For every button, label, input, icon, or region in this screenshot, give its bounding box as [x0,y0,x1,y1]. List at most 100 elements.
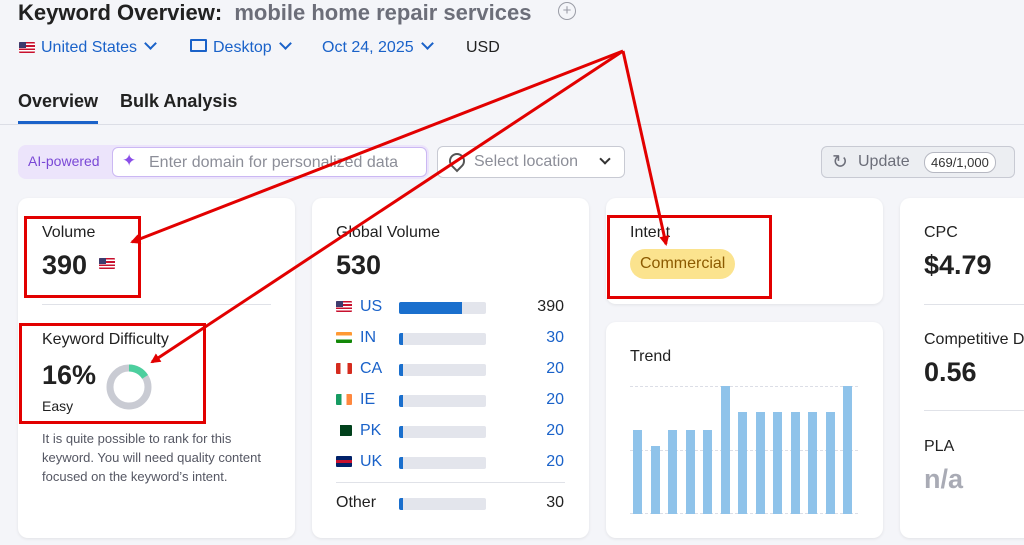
divider [924,304,1024,305]
annotation-box-kd [19,323,206,424]
page-title-prefix: Keyword Overview: [18,0,223,25]
country-row-us[interactable]: US 390 [312,297,572,317]
trend-bar[interactable] [773,411,783,514]
country-row-ca[interactable]: CA 20 [312,359,572,379]
country-list: US 390 IN 30 CA 20 IE 20 PK 20 UK 20 Oth… [312,198,589,538]
country-volume[interactable]: 30 [546,329,564,347]
tab-bulk-analysis[interactable]: Bulk Analysis [120,91,237,112]
annotation-box-volume [24,216,141,298]
desktop-icon [190,39,207,53]
pla-label: PLA [924,438,955,455]
chevron-down-icon [420,37,434,50]
us-flag-icon [336,301,352,312]
trend-bar[interactable] [808,411,818,514]
country-volume[interactable]: 20 [546,391,564,409]
sparkle-icon: ✦ [122,151,137,170]
country-volume[interactable]: 20 [546,360,564,378]
country-row-in[interactable]: IN 30 [312,328,572,348]
ireland-flag-icon [336,394,352,405]
add-keyword-icon[interactable]: + [558,2,576,20]
device-selector[interactable]: Desktop [190,37,292,57]
trend-bar[interactable] [755,411,765,514]
us-flag-icon [19,42,35,54]
trend-bar[interactable] [843,386,853,514]
country-label: United States [41,39,138,56]
ai-powered-badge: AI-powered [28,153,100,169]
pla-value: n/a [924,464,964,494]
date-selector[interactable]: Oct 24, 2025 [322,37,434,57]
date-label: Oct 24, 2025 [322,39,414,56]
trend-chart [630,386,858,514]
domain-input-wrap: ✦ Enter domain for personalized data [112,147,427,177]
refresh-icon: ↻ [832,152,848,173]
trend-bar[interactable] [825,411,835,514]
divider [42,304,271,305]
trend-card: Trend [606,322,883,538]
location-placeholder: Select location [474,153,579,170]
uk-flag-icon [336,456,352,467]
competitive-density-label: Competitive D [924,331,1024,348]
pakistan-flag-icon [336,425,352,436]
country-volume: 390 [537,298,564,315]
country-row-other: Other 30 [312,493,572,513]
update-count-badge: 469/1,000 [924,152,996,173]
country-volume[interactable]: 20 [546,453,564,471]
kd-description: It is quite possible to rank for this ke… [42,431,261,484]
country-selector[interactable]: United States [19,37,157,57]
country-code: IE [360,391,376,408]
volume-bar [399,302,486,314]
page-title: Keyword Overview: mobile home repair ser… [18,0,531,26]
volume-bar [399,364,486,376]
country-row-uk[interactable]: UK 20 [312,452,572,472]
tab-bulk-analysis-label: Bulk Analysis [120,91,238,111]
volume-bar [399,333,486,345]
location-select[interactable]: Select location [437,146,625,178]
keyword-text: mobile home repair services [234,0,532,25]
competitive-density-value: 0.56 [924,357,977,387]
chevron-down-icon [599,153,611,165]
chevron-down-icon [278,37,292,50]
update-label: Update [858,153,910,170]
currency-label: USD [466,39,500,56]
trend-bar[interactable] [668,429,678,514]
divider [336,482,565,483]
volume-bar [399,395,486,407]
india-flag-icon [336,332,352,343]
tab-overview[interactable]: Overview [18,91,99,124]
other-label: Other [336,494,377,511]
device-label: Desktop [213,39,272,56]
country-code: UK [360,453,383,470]
tab-overview-label: Overview [18,91,99,111]
trend-bar[interactable] [685,429,695,514]
trend-bar[interactable] [650,446,660,514]
country-code: CA [360,360,383,377]
trend-bar[interactable] [720,386,730,514]
chevron-down-icon [144,37,157,50]
trend-bar[interactable] [790,411,800,514]
trend-bars [630,386,858,514]
volume-bar [399,498,486,510]
cpc-card: CPC $4.79 Competitive D 0.56 PLA n/a [900,198,1024,538]
other-volume: 30 [546,494,564,511]
domain-input-placeholder[interactable]: Enter domain for personalized data [149,154,398,172]
canada-flag-icon [336,363,352,374]
trend-bar[interactable] [633,429,642,514]
divider [924,410,1024,411]
update-button[interactable]: ↻ Update 469/1,000 [821,146,1015,178]
trend-bar[interactable] [703,429,713,514]
country-volume[interactable]: 20 [546,422,564,440]
country-code: US [360,298,383,315]
country-code: IN [360,329,376,346]
annotation-box-intent [607,215,772,299]
trend-bar[interactable] [738,411,748,514]
country-row-ie[interactable]: IE 20 [312,390,572,410]
volume-bar [399,426,486,438]
location-pin-icon [445,149,469,173]
cpc-value: $4.79 [924,250,992,280]
country-code: PK [360,422,382,439]
trend-label: Trend [630,348,672,365]
tabs-divider [0,124,1024,125]
country-row-pk[interactable]: PK 20 [312,421,572,441]
ai-domain-input[interactable]: AI-powered ✦ Enter domain for personaliz… [18,145,429,179]
global-volume-card: Global Volume 530 US 390 IN 30 CA 20 IE … [312,198,589,538]
